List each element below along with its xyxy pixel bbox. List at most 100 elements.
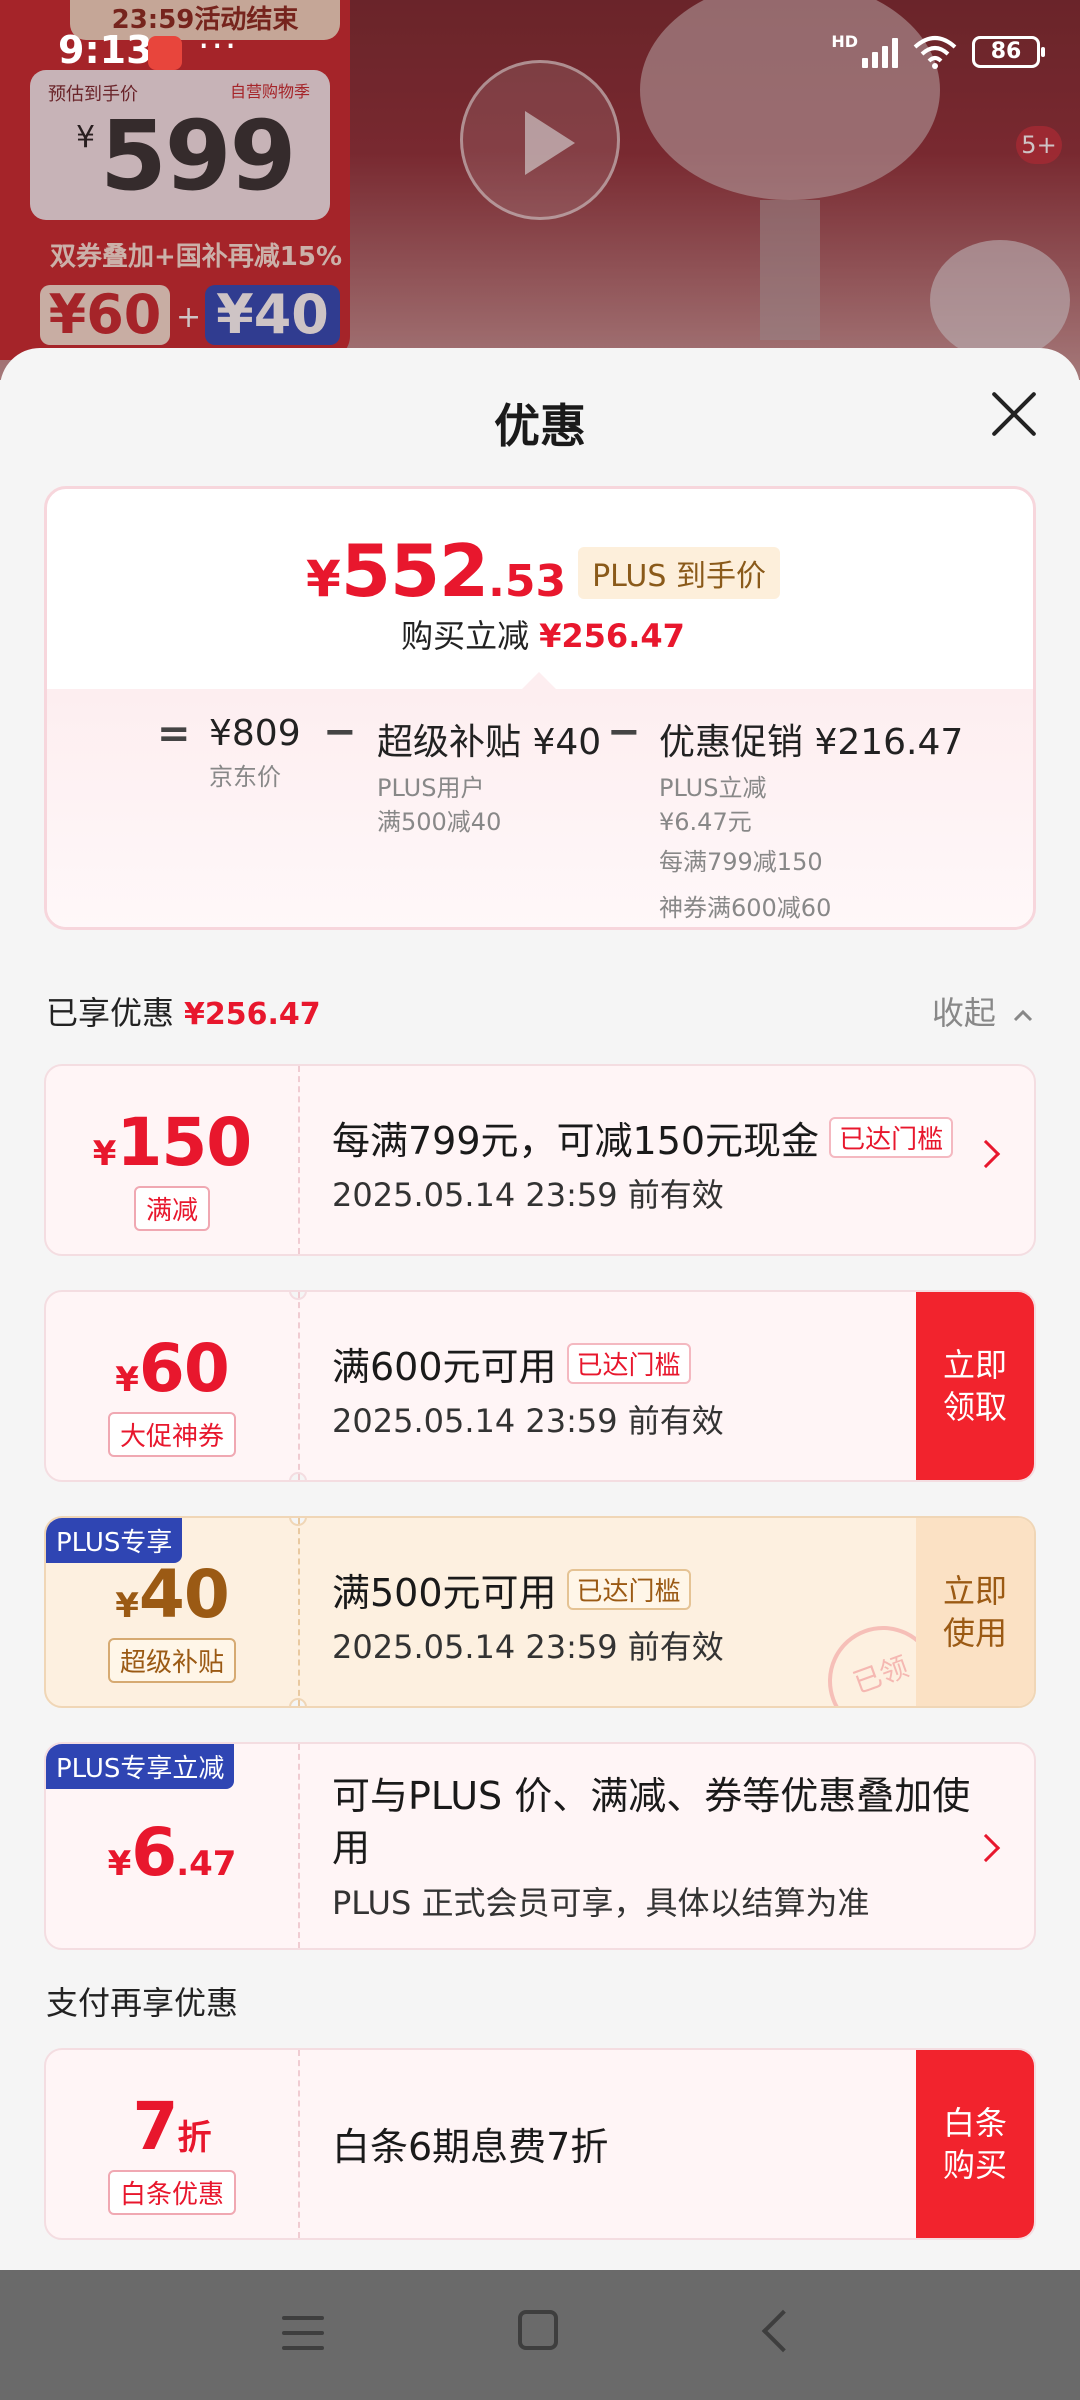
coupon-type-tag: 满减 <box>46 1186 298 1231</box>
offer-type-tag: 白条优惠 <box>46 2170 298 2215</box>
status-right: HD 86 <box>831 32 1045 72</box>
saved-amount: ¥256.47 <box>184 997 321 1032</box>
final-price-decimal: .53 <box>488 556 567 607</box>
offer-discount-unit: 折 <box>177 2118 212 2158</box>
coupon-title-text: 每满799元，可减150元现金 <box>332 1119 820 1163</box>
status-bar: 9:13 ··· HD 86 <box>0 0 1080 104</box>
offer-discount-value: 7 <box>132 2088 179 2165</box>
offer-title: 白条6期息费7折 <box>332 2125 609 2169</box>
coupon-value: 40 <box>138 1556 230 1633</box>
saved-header: 已享优惠 ¥256.47 <box>46 988 321 1034</box>
collapse-label: 收起 <box>931 994 996 1032</box>
recent-apps-icon[interactable] <box>282 2316 324 2350</box>
coupon-expiry: 2025.05.14 23:59 前有效 <box>332 1628 724 1666</box>
coupon-type-label: 大促神券 <box>107 1412 236 1457</box>
offer-type-label: 白条优惠 <box>107 2170 236 2215</box>
coupon-expiry: 2025.05.14 23:59 前有效 <box>332 1176 724 1214</box>
plus-exclusive-reduce-badge: PLUS专享立减 <box>46 1744 235 1789</box>
final-price: ¥ 552 .53 PLUS 到手价 <box>47 529 1033 613</box>
equals-sign: = <box>157 711 191 757</box>
system-nav-bar <box>0 2270 1080 2400</box>
chevron-right-icon[interactable] <box>971 1833 1001 1863</box>
coupon-promo-60: ¥60 大促神券 满600元可用 已达门槛 2025.05.14 23:59 前有… <box>44 1290 1036 1482</box>
coupon-divider <box>298 1518 300 1706</box>
minus-sign: − <box>323 709 357 755</box>
coupon-value: 60 <box>138 1330 230 1407</box>
home-icon[interactable] <box>518 2310 558 2350</box>
coupon-stack-description: 可与PLUS 价、满减、券等优惠叠加使用 <box>332 1774 971 1870</box>
promo-plus-reduce: PLUS立减 <box>659 774 767 802</box>
plus-price-tag: PLUS 到手价 <box>578 547 780 599</box>
subsidy-threshold: 满500减40 <box>377 808 502 836</box>
signal-icon <box>862 36 898 68</box>
promo-plus-reduce-value: ¥6.47元 <box>659 808 752 836</box>
use-now-button[interactable]: 立即 使用 <box>916 1518 1034 1706</box>
notification-app-icon <box>148 36 182 70</box>
threshold-reached-badge: 已达门槛 <box>829 1117 954 1158</box>
coupon-title: 满500元可用 已达门槛 <box>332 1562 691 1617</box>
subsidy-amount: 超级补贴 ¥40 <box>377 722 602 763</box>
jd-price-col: ¥809 京东价 <box>209 713 301 794</box>
coupon-currency: ¥ <box>115 1586 139 1626</box>
coupon-member-note: PLUS 正式会员可享，具体以结算为准 <box>332 1884 870 1922</box>
reduce-line: 购买立减 ¥256.47 <box>47 611 1033 657</box>
coupon-amount: ¥150 <box>46 1104 298 1181</box>
baitiao-offer: 7折 白条优惠 白条6期息费7折 白条 购买 <box>44 2048 1036 2240</box>
back-icon[interactable] <box>761 2309 805 2353</box>
discount-sheet: 优惠 ¥ 552 .53 PLUS 到手价 购买立减 ¥256.47 = ¥809… <box>0 348 1080 2270</box>
coupon-divider <box>298 2050 300 2238</box>
baitiao-buy-button[interactable]: 白条 购买 <box>916 2050 1034 2238</box>
close-button[interactable] <box>988 388 1040 440</box>
coupon-divider <box>298 1292 300 1480</box>
more-notifications-icon: ··· <box>198 26 239 67</box>
sheet-title: 优惠 <box>494 399 586 453</box>
collapse-button[interactable]: 收起 <box>932 988 1034 1034</box>
coupon-currency: ¥ <box>115 1360 139 1400</box>
coupon-title-text: 满600元可用 <box>332 1345 557 1389</box>
chevron-right-icon[interactable] <box>971 1139 1001 1169</box>
coupon-divider <box>298 1066 300 1254</box>
minus-sign: − <box>607 709 641 755</box>
promo-coupon-reduce: 神券满600减60 <box>659 894 832 922</box>
threshold-reached-badge: 已达门槛 <box>566 1343 691 1384</box>
coupon-plus-reduce[interactable]: PLUS专享立减 ¥6.47 可与PLUS 价、满减、券等优惠叠加使用 PLUS… <box>44 1742 1036 1950</box>
final-price-integer: 552 <box>340 529 489 613</box>
coupon-amount: ¥40 <box>46 1556 298 1633</box>
saved-label: 已享优惠 <box>46 994 175 1032</box>
coupon-value: 150 <box>116 1104 252 1181</box>
coupon-value-decimal: .47 <box>176 1844 237 1884</box>
claim-now-button[interactable]: 立即 领取 <box>916 1292 1034 1480</box>
subsidy-col: 超级补贴 ¥40 PLUS用户 满500减40 <box>377 713 601 839</box>
coupon-type-tag: 超级补贴 <box>46 1638 298 1683</box>
battery-icon: 86 <box>972 36 1045 68</box>
price-summary-card: ¥ 552 .53 PLUS 到手价 购买立减 ¥256.47 = ¥809 京东… <box>44 486 1036 930</box>
offer-discount: 7折 <box>46 2088 298 2165</box>
status-time: 9:13 <box>58 28 153 72</box>
coupon-amount: ¥60 <box>46 1330 298 1407</box>
coupon-currency: ¥ <box>107 1844 132 1884</box>
coupon-amount: ¥6.47 <box>46 1814 298 1891</box>
price-breakdown: = ¥809 京东价 − 超级补贴 ¥40 PLUS用户 满500减40 − 优… <box>47 689 1033 927</box>
coupon-type-label: 超级补贴 <box>107 1638 236 1683</box>
coupon-value: 6 <box>131 1814 177 1891</box>
payment-offers-header: 支付再享优惠 <box>46 1984 239 2022</box>
promo-amount: 优惠促销 ¥216.47 <box>659 722 964 763</box>
chevron-up-icon <box>1013 1009 1033 1022</box>
coupon-title: 满600元可用 已达门槛 <box>332 1336 691 1391</box>
coupon-currency: ¥ <box>92 1134 117 1174</box>
coupon-type-label: 满减 <box>133 1186 210 1231</box>
network-type-label: HD <box>831 32 858 51</box>
wifi-icon <box>913 36 957 69</box>
coupon-plus-subsidy-40: PLUS专享 ¥40 超级补贴 满500元可用 已达门槛 2025.05.14 2… <box>44 1516 1036 1708</box>
coupon-type-tag: 大促神券 <box>46 1412 298 1457</box>
coupon-full-reduce-150[interactable]: ¥150 满减 每满799元，可减150元现金 已达门槛 2025.05.14 2… <box>44 1064 1036 1256</box>
coupon-divider <box>298 1744 300 1948</box>
coupon-title: 每满799元，可减150元现金 已达门槛 <box>332 1110 954 1165</box>
coupon-expiry: 2025.05.14 23:59 前有效 <box>332 1402 724 1440</box>
reduce-label: 购买立减 <box>401 617 530 655</box>
jd-price: ¥809 <box>209 713 301 754</box>
coupon-title-text: 满500元可用 <box>332 1571 557 1615</box>
final-price-currency: ¥ <box>306 550 341 608</box>
promo-full-reduce: 每满799减150 <box>659 848 823 876</box>
threshold-reached-badge: 已达门槛 <box>566 1569 691 1610</box>
